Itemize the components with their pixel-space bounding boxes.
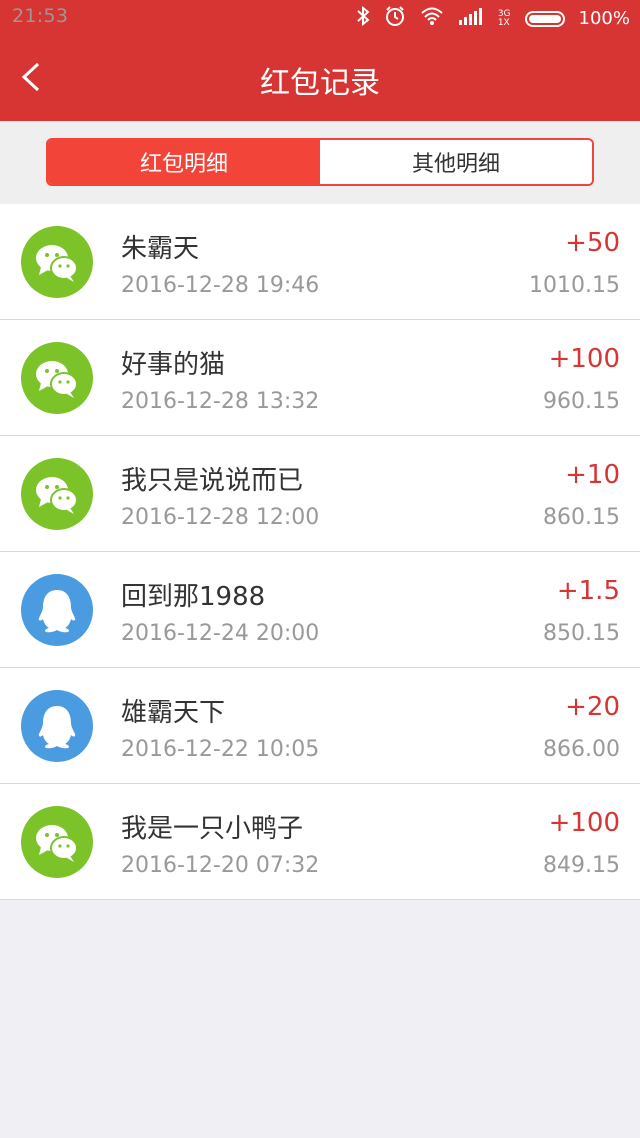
bluetooth-icon: [356, 5, 370, 31]
record-amount: +100: [548, 344, 620, 374]
wechat-icon: [21, 458, 93, 530]
wechat-icon: [21, 806, 93, 878]
record-balance: 1010.15: [529, 273, 620, 298]
wechat-icon: [21, 226, 93, 298]
sender-name: 好事的猫: [121, 350, 226, 380]
record-balance: 860.15: [543, 505, 620, 530]
battery-percent: 100%: [578, 8, 630, 29]
sender-name: 朱霸天: [121, 234, 200, 264]
record-balance: 850.15: [543, 621, 620, 646]
page-title: 红包记录: [260, 66, 380, 101]
network-type: 3G 1X: [497, 9, 511, 28]
record-amount: +10: [565, 460, 620, 490]
wifi-icon: [420, 6, 444, 31]
list-item[interactable]: 我是一只小鸭子 2016-12-20 07:32 +100 849.15: [0, 784, 640, 900]
tab-red-packet-details[interactable]: 红包明细: [48, 140, 320, 184]
segmented-control: 红包明细 其他明细: [46, 138, 594, 186]
record-amount: +20: [565, 692, 620, 722]
record-time: 2016-12-28 13:32: [121, 389, 320, 414]
record-balance: 849.15: [543, 853, 620, 878]
record-balance: 866.00: [543, 737, 620, 762]
network-bottom: 1X: [497, 17, 510, 28]
record-time: 2016-12-20 07:32: [121, 853, 320, 878]
wechat-icon: [21, 342, 93, 414]
record-list: 朱霸天 2016-12-28 19:46 +50 1010.15 好事的猫 2016-12…: [0, 204, 640, 900]
record-time: 2016-12-22 10:05: [121, 737, 320, 762]
list-item[interactable]: 朱霸天 2016-12-28 19:46 +50 1010.15: [0, 204, 640, 320]
sender-name: 回到那1988: [121, 582, 266, 612]
battery-icon: [524, 10, 565, 27]
record-amount: +1.5: [556, 576, 620, 606]
record-time: 2016-12-28 12:00: [121, 505, 320, 530]
status-time: 21:53: [12, 5, 69, 27]
sender-name: 我只是说说而已: [121, 466, 304, 496]
list-item[interactable]: 回到那1988 2016-12-24 20:00 +1.5 850.15: [0, 552, 640, 668]
sender-name: 雄霸天下: [121, 698, 226, 728]
status-icons: 3G 1X 100%: [356, 5, 630, 32]
record-time: 2016-12-28 19:46: [121, 273, 320, 298]
signal-icon: [458, 6, 484, 31]
qq-icon: [21, 574, 93, 646]
record-amount: +100: [548, 808, 620, 838]
record-time: 2016-12-24 20:00: [121, 621, 320, 646]
status-bar: 21:53 3G 1X 100%: [0, 0, 640, 38]
qq-icon: [21, 690, 93, 762]
record-balance: 960.15: [543, 389, 620, 414]
record-amount: +50: [565, 228, 620, 258]
list-item[interactable]: 好事的猫 2016-12-28 13:32 +100 960.15: [0, 320, 640, 436]
alarm-icon: [384, 5, 406, 32]
list-item[interactable]: 我只是说说而已 2016-12-28 12:00 +10 860.15: [0, 436, 640, 552]
sender-name: 我是一只小鸭子: [121, 814, 304, 844]
list-item[interactable]: 雄霸天下 2016-12-22 10:05 +20 866.00: [0, 668, 640, 784]
tab-other-details[interactable]: 其他明细: [320, 140, 592, 184]
